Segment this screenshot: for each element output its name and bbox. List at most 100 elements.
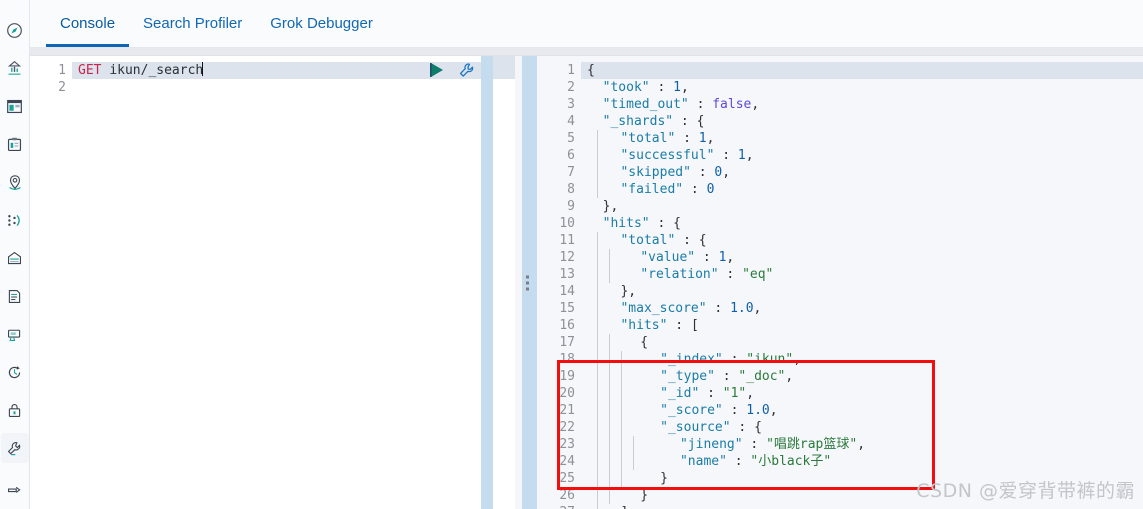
code-token: 1 (698, 131, 707, 146)
code-token: : (649, 80, 674, 95)
code-token: "_index" (660, 352, 723, 367)
code-line: "_shards" : { (581, 113, 1143, 130)
code-token: "jineng" (679, 437, 743, 452)
code-token: , (769, 403, 778, 418)
line-number: 12 (559, 250, 575, 265)
logs-icon[interactable] (1, 281, 29, 311)
apm-icon[interactable] (1, 319, 29, 349)
canvas-icon[interactable] (1, 130, 29, 160)
code-token: { (587, 63, 595, 78)
main-area: Console Search Profiler Grok Debugger 12… (30, 0, 1143, 509)
indent-guide (597, 453, 598, 470)
line-number: 17▾ (537, 334, 590, 351)
line-number: 24 (559, 454, 575, 469)
tab-grok-debugger-label: Grok Debugger (270, 15, 373, 32)
code-token: { (609, 335, 649, 350)
code-token: , (680, 80, 689, 95)
code-line: "jineng" : "唱跳rap篮球", (581, 436, 1143, 453)
code-token: "_doc" (738, 369, 786, 384)
siem-icon[interactable] (1, 395, 29, 425)
request-editor[interactable]: 12 GET ikun/_search (30, 56, 515, 509)
code-token: , (785, 369, 794, 384)
line-number: 21 (559, 403, 575, 418)
code-line: "took" : 1, (581, 79, 1143, 96)
code-token: 1 (673, 80, 681, 95)
code-line: { (581, 62, 1143, 79)
play-icon[interactable] (430, 62, 444, 78)
machine-learning-icon[interactable] (1, 206, 29, 236)
compass-icon[interactable] (1, 16, 29, 46)
code-token: } (621, 471, 668, 486)
indent-guide (597, 470, 598, 487)
console-editors: 12 GET ikun/_search 1 2 3 4 5 6 7 8 9 10… (30, 56, 1143, 509)
code-token: , (753, 301, 762, 316)
code-line: "hits" : [ (581, 317, 1143, 334)
maps-icon[interactable] (1, 168, 29, 198)
code-token: "_type" (660, 369, 715, 384)
request-code[interactable]: GET ikun/_search (72, 56, 515, 509)
line-number: 1 (58, 63, 66, 78)
line-number: 22▾ (537, 419, 590, 436)
code-line: "total" : { (581, 232, 1143, 249)
code-token: "max_score" (620, 301, 707, 316)
dev-tools-icon[interactable] (0, 433, 29, 464)
indent-guide (597, 266, 598, 283)
code-token: : (730, 420, 755, 435)
uptime-icon[interactable] (1, 357, 29, 387)
management-icon[interactable] (1, 471, 29, 501)
dashboard-icon[interactable] (1, 92, 29, 122)
panel-splitter[interactable] (515, 56, 537, 509)
indent-guide (609, 385, 610, 402)
code-token: : (683, 182, 707, 197)
code-line: "name" : "小black子" (581, 453, 1143, 470)
indent-guide (609, 470, 610, 487)
code-line: "skipped" : 0, (581, 164, 1143, 181)
response-code: { "took" : 1, "timed_out" : false, "_sha… (581, 56, 1143, 509)
indent-guide (597, 334, 598, 351)
infrastructure-icon[interactable] (1, 244, 29, 274)
chart-bar-icon[interactable] (1, 54, 29, 84)
code-token: , (706, 131, 715, 146)
code-token: "value" (640, 250, 696, 265)
tab-console[interactable]: Console (46, 0, 130, 47)
code-token: "skipped" (620, 165, 691, 180)
tab-search-profiler[interactable]: Search Profiler (129, 0, 256, 47)
line-number: 27▴ (537, 504, 590, 509)
code-token: "唱跳rap篮球" (766, 437, 858, 452)
code-token: "successful" (620, 148, 715, 163)
indent-guide (597, 419, 598, 436)
request-action-buttons (430, 61, 475, 79)
line-number: 23 (559, 437, 575, 452)
tab-search-profiler-label: Search Profiler (143, 15, 243, 32)
code-line: "value" : 1, (581, 249, 1143, 266)
code-token: }, (587, 199, 619, 214)
line-number: 6 (567, 148, 575, 163)
request-editor-edge (493, 56, 515, 509)
code-token: : (722, 352, 747, 367)
code-token: : (667, 318, 691, 333)
response-line-numbers: 1▾234▾56789▴10▾11▾121314▴1516▾17▾1819202… (537, 56, 590, 509)
code-token: }, (597, 284, 637, 299)
indent-guide (609, 453, 610, 470)
code-token: : (649, 216, 674, 231)
request-scrollbar[interactable] (481, 56, 493, 509)
code-token: : (726, 454, 751, 469)
code-line: ] (581, 504, 1143, 509)
indent-guide (621, 436, 622, 453)
code-token: , (857, 437, 866, 452)
code-token: { (754, 420, 762, 435)
response-editor[interactable]: 1▾234▾56789▴10▾11▾121314▴1516▾17▾1819202… (537, 56, 1143, 509)
tab-grok-debugger[interactable]: Grok Debugger (256, 0, 387, 47)
indent-guide (621, 453, 622, 470)
splitter-grip-icon[interactable] (526, 275, 529, 290)
wrench-icon[interactable] (458, 62, 475, 79)
code-token: , (746, 386, 755, 401)
